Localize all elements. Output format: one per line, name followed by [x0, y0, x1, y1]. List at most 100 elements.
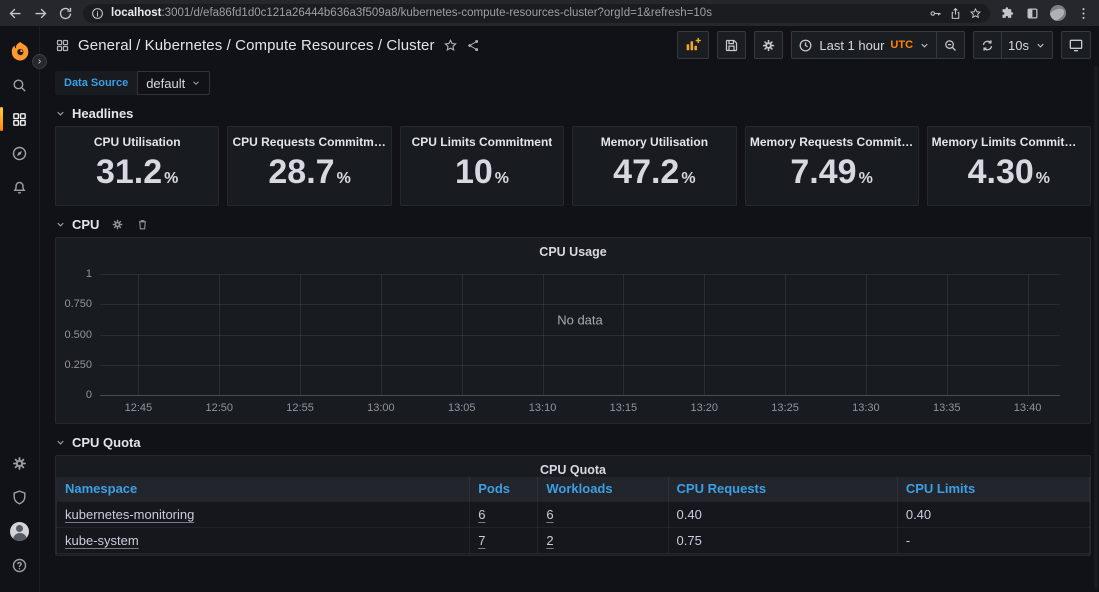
browser-reload-icon[interactable] [58, 6, 73, 21]
password-key-icon[interactable] [929, 7, 942, 20]
gridline-x [300, 274, 302, 395]
column-header-cpu-limits[interactable]: CPU Limits [896, 477, 1091, 502]
dashboard-header: General / Kubernetes / Compute Resources … [55, 26, 1091, 64]
browser-toolbar: localhost:3001/d/efa86fd1d0c121a26444b63… [0, 0, 1099, 26]
bookmark-star-icon[interactable] [969, 7, 982, 20]
column-header-pods[interactable]: Pods [469, 477, 539, 502]
column-header-workloads[interactable]: Workloads [537, 477, 669, 502]
site-info-icon[interactable] [91, 7, 104, 20]
time-range-picker[interactable]: Last 1 hour UTC [791, 31, 937, 59]
chevron-down-icon [57, 222, 64, 227]
browser-menu-icon[interactable] [1076, 6, 1091, 21]
table-cell-link[interactable]: 6 [537, 500, 669, 528]
user-avatar [10, 521, 29, 541]
table-cell-link[interactable]: 7 [469, 526, 539, 554]
clock-icon [799, 39, 812, 51]
share-dashboard-icon[interactable] [466, 38, 481, 53]
row-header-cpu[interactable]: CPU [55, 215, 1091, 233]
stat-panel-1[interactable]: CPU Requests Commitment 28.7% [227, 126, 392, 206]
sidebar-item-help[interactable] [0, 550, 40, 580]
browser-address-bar[interactable]: localhost:3001/d/efa86fd1d0c121a26444b63… [83, 3, 990, 23]
table-cell: 0.40 [667, 500, 898, 528]
browser-forward-icon[interactable] [33, 6, 48, 21]
dashboard-settings-button[interactable] [754, 31, 784, 59]
row-header-headlines[interactable]: Headlines [55, 104, 1091, 122]
row-header-cpu-quota[interactable]: CPU Quota [55, 433, 1091, 451]
table-cell-link[interactable]: 6 [469, 500, 539, 528]
breadcrumb: General / Kubernetes / Compute Resources … [55, 37, 481, 54]
x-axis-tick: 13:25 [771, 402, 799, 414]
refresh-icon [982, 39, 993, 51]
gridline-y [100, 334, 1060, 336]
stat-value: 47.2% [613, 153, 696, 191]
sidebar-item-configuration[interactable] [0, 448, 40, 478]
column-header-cpu-requests[interactable]: CPU Requests [667, 477, 898, 502]
stat-label: Memory Requests Commitm... [749, 135, 914, 149]
panel-title[interactable]: CPU Quota [56, 456, 1090, 477]
sidebar-item-explore[interactable] [0, 138, 40, 168]
y-axis-tick: 0 [85, 389, 92, 401]
x-axis-tick: 12:45 [124, 402, 153, 414]
stat-panel-5[interactable]: Memory Limits Commitment 4.30% [926, 126, 1091, 206]
cpu-quota-panel[interactable]: CPU Quota Namespace Pods Workloads CPU Requ… [55, 455, 1091, 556]
dashboard-main: General / Kubernetes / Compute Resources … [40, 26, 1099, 592]
sidebar-item-server-admin[interactable] [0, 482, 40, 512]
stat-label: Memory Limits Commitment [931, 135, 1086, 149]
refresh-button[interactable] [973, 31, 1002, 59]
zoom-out-time-button[interactable] [936, 31, 966, 59]
table-cell: 0.75 [667, 526, 898, 554]
table-cell: - [896, 526, 1091, 554]
refresh-interval-picker[interactable]: 10s [1001, 31, 1053, 59]
stats-row: CPU Utilisation 31.2% CPU Requests Commitm… [55, 126, 1091, 206]
share-page-icon[interactable] [949, 7, 962, 20]
tv-mode-button[interactable] [1061, 31, 1091, 59]
datasource-variable-label[interactable]: Data Source [55, 71, 138, 95]
stat-panel-3[interactable]: Memory Utilisation 47.2% [572, 126, 737, 206]
sidebar-expand-button[interactable]: › [32, 54, 47, 69]
shield-icon [13, 489, 26, 505]
tab-workspace-icon[interactable] [1025, 6, 1040, 21]
dashboard-scrollbar[interactable] [1094, 66, 1098, 588]
bell-icon [13, 181, 26, 194]
sidebar-item-dashboards[interactable] [0, 104, 40, 134]
row-delete-trash-icon[interactable] [136, 218, 149, 231]
sidebar-item-alerting[interactable] [0, 172, 40, 202]
datasource-variable-value[interactable]: default [137, 71, 211, 95]
dashboard-title[interactable]: General / Kubernetes / Compute Resources … [78, 37, 435, 54]
stat-panel-4[interactable]: Memory Requests Commitm... 7.49% [744, 126, 919, 206]
browser-back-icon[interactable] [8, 6, 23, 21]
gridline-x [219, 274, 221, 395]
sidebar-item-search[interactable] [0, 70, 40, 100]
table-cell-link[interactable]: kubernetes-monitoring [55, 500, 471, 528]
cpu-usage-panel[interactable]: CPU Usage No data 1 0.750 0.500 0.250 0 12:45… [55, 237, 1091, 424]
favorite-star-icon[interactable] [443, 38, 458, 53]
browser-profile-avatar[interactable] [1050, 5, 1066, 21]
save-dashboard-button[interactable] [717, 31, 747, 59]
grafana-app: › General / Kubernetes / Compute Resource… [0, 26, 1099, 592]
gridline-x [1027, 274, 1029, 395]
gear-icon [13, 456, 26, 470]
chevron-down-icon [1037, 43, 1044, 48]
row-settings-gear-icon[interactable] [111, 218, 124, 231]
table-cell-link[interactable]: kube-system [55, 526, 471, 554]
extensions-puzzle-icon[interactable] [1000, 6, 1015, 21]
url-text[interactable]: localhost:3001/d/efa86fd1d0c121a26444b63… [111, 7, 922, 19]
table-cell-link[interactable]: 2 [537, 526, 669, 554]
x-axis-tick: 13:30 [852, 402, 880, 414]
stat-value: 4.30% [967, 153, 1051, 191]
stat-panel-0[interactable]: CPU Utilisation 31.2% [55, 126, 220, 206]
stat-panel-2[interactable]: CPU Limits Commitment 10% [399, 126, 565, 206]
panel-title[interactable]: CPU Usage [56, 238, 1090, 259]
sidebar-item-profile[interactable] [0, 516, 40, 546]
gridline-x [461, 274, 463, 395]
gridline-y [100, 274, 1060, 275]
no-data-label: No data [557, 312, 603, 328]
column-header-namespace[interactable]: Namespace [55, 477, 471, 502]
table-row: kubernetes-monitoring 6 6 0.40 0.40 [55, 500, 1091, 528]
cpu-quota-table: Namespace Pods Workloads CPU Requests CPU Li… [55, 477, 1091, 554]
monitor-icon [1069, 39, 1083, 52]
x-axis-tick: 12:50 [205, 402, 233, 414]
gridline-x [785, 274, 787, 395]
apps-grid-icon[interactable] [55, 38, 70, 53]
add-panel-button[interactable] [677, 31, 710, 59]
